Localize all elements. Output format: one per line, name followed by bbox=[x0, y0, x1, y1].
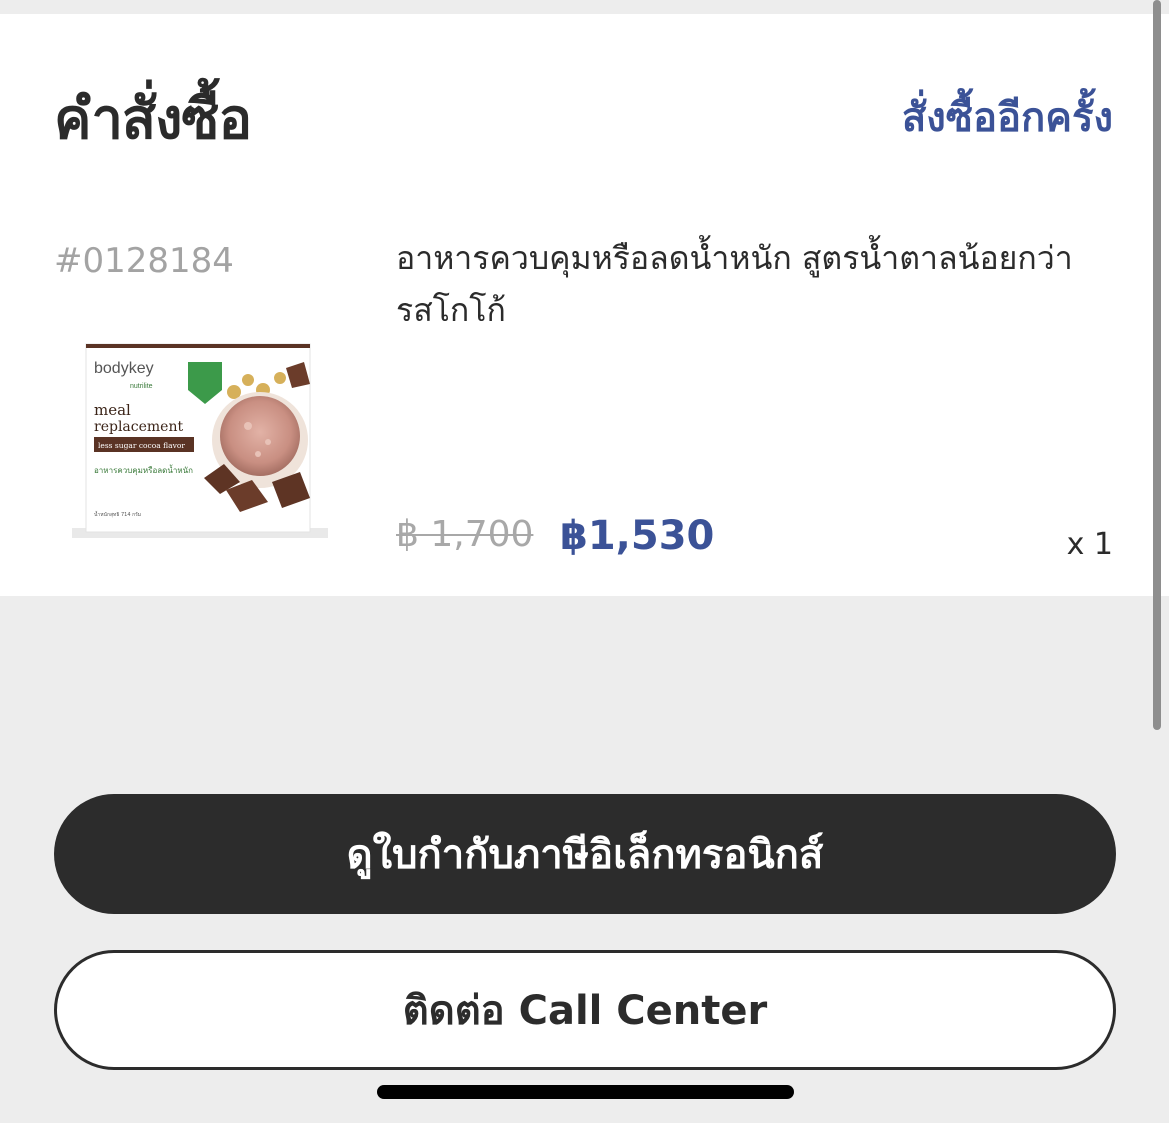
box-line-2: replacement bbox=[94, 419, 183, 435]
product-image: bodykey nutrilite meal replacement less … bbox=[72, 343, 328, 538]
box-sub-brand: nutrilite bbox=[130, 383, 153, 390]
home-indicator[interactable] bbox=[377, 1085, 794, 1099]
order-card: คำสั่งซื้อ สั่งซื้ออีกครั้ง #0128184 อาห… bbox=[0, 14, 1169, 596]
quantity: x 1 bbox=[1066, 527, 1113, 562]
reorder-link[interactable]: สั่งซื้ออีกครั้ง bbox=[902, 98, 1113, 138]
e-tax-invoice-label: ดูใบกำกับภาษีอิเล็กทรอนิกส์ bbox=[346, 832, 824, 878]
order-title: คำสั่งซื้อ bbox=[54, 87, 252, 152]
call-center-label: ติดต่อ Call Center bbox=[402, 988, 768, 1034]
box-line-1: meal bbox=[94, 401, 131, 419]
product-name: อาหารควบคุมหรือลดน้ำหนัก สูตรน้ำตาลน้อยก… bbox=[396, 239, 1073, 329]
e-tax-invoice-button[interactable]: ดูใบกำกับภาษีอิเล็กทรอนิกส์ bbox=[54, 794, 1116, 914]
price-original: ฿ 1,700 bbox=[396, 514, 534, 555]
scrollbar[interactable] bbox=[1153, 0, 1161, 730]
box-flavor: less sugar cocoa flavor bbox=[98, 441, 185, 450]
box-brand: bodykey bbox=[94, 360, 154, 377]
price-sale: ฿1,530 bbox=[560, 513, 715, 559]
order-number: #0128184 bbox=[54, 241, 234, 281]
call-center-button[interactable]: ติดต่อ Call Center bbox=[54, 950, 1116, 1070]
box-thai-label: อาหารควบคุมหรือลดน้ำหนัก bbox=[94, 464, 193, 475]
